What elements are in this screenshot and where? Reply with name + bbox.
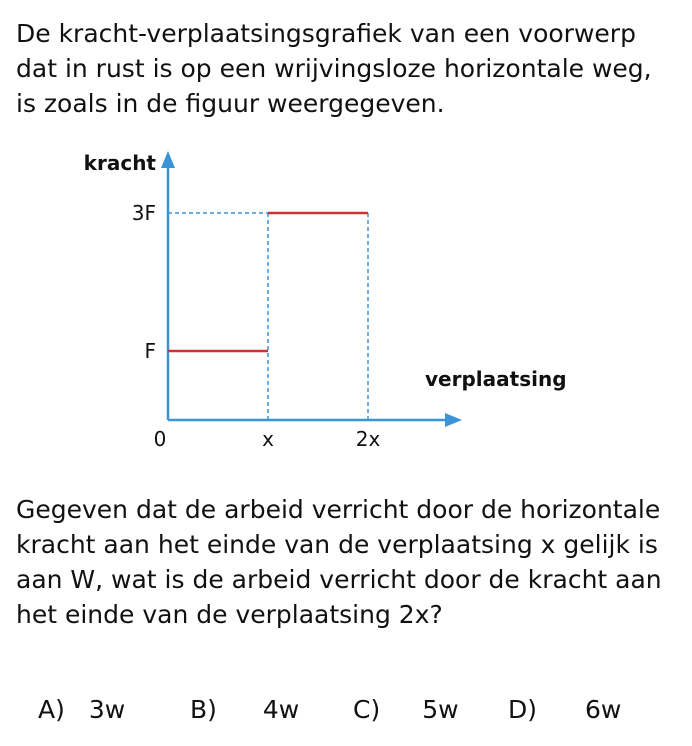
answer-options: A) 3w B) 4w C) 5w D) 6w	[0, 688, 692, 732]
x-axis-arrow	[445, 413, 462, 427]
answer-option-a[interactable]: A) 3w	[38, 688, 125, 732]
answer-letter: B)	[190, 695, 217, 724]
answer-letter: A)	[38, 695, 65, 724]
answer-option-b[interactable]: B) 4w	[190, 688, 299, 732]
x-axis-label: verplaatsing	[425, 367, 567, 391]
question-body-line: kracht aan het einde van de verplaatsing…	[16, 530, 658, 559]
answer-letter: D)	[508, 695, 538, 724]
question-body-line: Gegeven dat de arbeid verricht door de h…	[16, 495, 661, 524]
y-axis-arrow	[161, 151, 175, 168]
origin-label: 0	[154, 427, 167, 451]
answer-letter: C)	[353, 695, 381, 724]
y-tick-label: 3F	[132, 201, 156, 225]
x-tick-label: 2x	[356, 427, 381, 451]
answer-value: 3w	[88, 695, 126, 724]
answer-value: 5w	[422, 695, 459, 724]
answer-option-d[interactable]: D) 6w	[508, 688, 621, 732]
question-body-line: aan W, wat is de arbeid verricht door de…	[16, 565, 662, 594]
x-tick-label: x	[262, 427, 274, 451]
answer-value: 6w	[585, 695, 622, 724]
question-body-line: het einde van de verplaatsing 2x?	[16, 600, 443, 629]
answer-value: 4w	[262, 695, 300, 724]
question-body: Gegeven dat de arbeid verricht door de h…	[16, 492, 662, 632]
y-axis-label: kracht	[84, 151, 157, 175]
y-tick-label: F	[144, 339, 156, 363]
force-displacement-graph: kracht verplaatsing 0 F 3F x 2x	[84, 151, 567, 451]
answer-option-c[interactable]: C) 5w	[353, 688, 459, 732]
